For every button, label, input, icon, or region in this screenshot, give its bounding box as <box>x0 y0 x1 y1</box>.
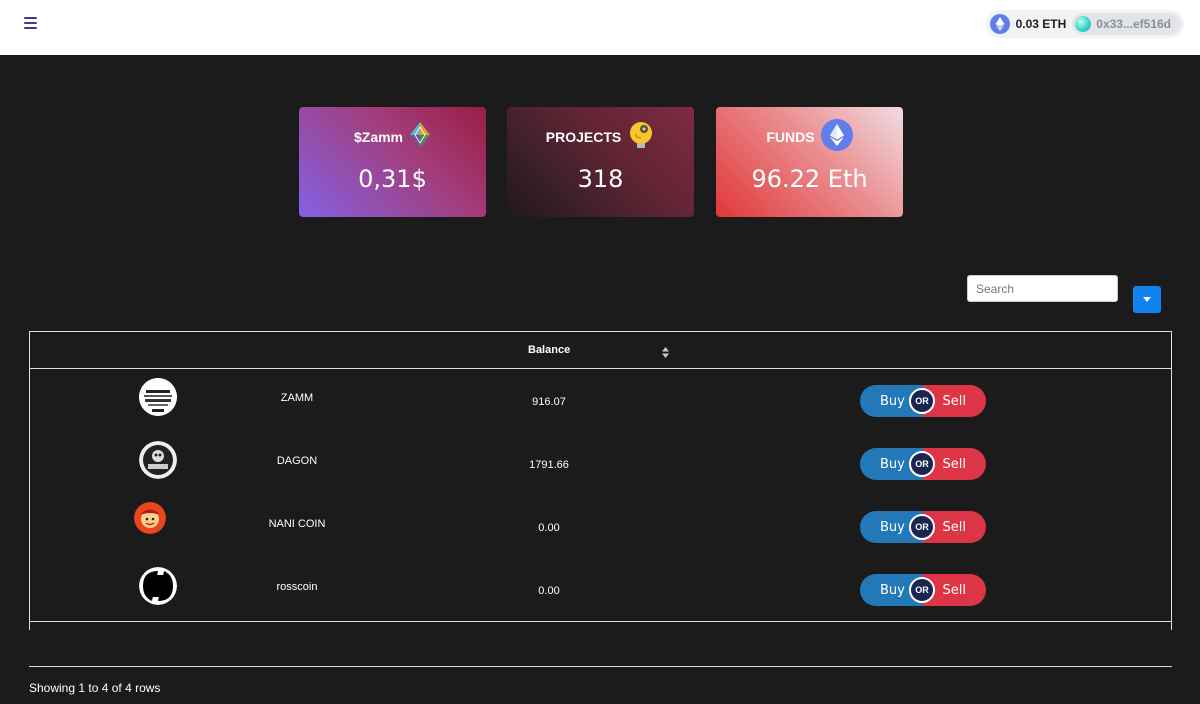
divider <box>29 666 1172 667</box>
table-row: NANI COIN 0.00 Buy Sell OR <box>30 495 1171 558</box>
column-header-balance[interactable]: Balance <box>528 344 570 356</box>
dagon-logo <box>139 441 177 479</box>
sort-icon[interactable] <box>662 345 669 363</box>
card-title: FUNDS <box>766 129 815 145</box>
token-name: rosscoin <box>276 581 318 593</box>
token-name: NANI COIN <box>268 518 326 530</box>
zamm-price-card: $Zamm 0,31$ <box>299 107 486 217</box>
zamm-gem-icon <box>409 121 431 154</box>
table-row: rosscoin 0.00 Buy Sell OR <box>30 558 1171 621</box>
projects-card: PROJECTS 318 <box>507 107 694 217</box>
token-balance: 1791.66 <box>529 459 569 471</box>
trade-toggle: Buy Sell OR <box>860 448 986 480</box>
menu-icon[interactable] <box>24 15 38 29</box>
table-row: DAGON 1791.66 Buy Sell OR <box>30 432 1171 495</box>
columns-dropdown-button[interactable] <box>1133 286 1161 313</box>
account-address-button[interactable]: 0x33...ef516d <box>1072 13 1181 35</box>
top-bar: 0.03 ETH 0x33...ef516d <box>0 0 1200 55</box>
funds-value: 96.22 Eth <box>751 165 868 193</box>
nani-coin-logo <box>134 502 166 534</box>
zamm-price-value: 0,31$ <box>358 165 427 193</box>
account-avatar <box>1075 16 1092 32</box>
trade-toggle: Buy Sell OR <box>860 574 986 606</box>
eth-balance: 0.03 ETH <box>1015 17 1067 31</box>
or-badge: OR <box>909 388 935 414</box>
trade-toggle: Buy Sell OR <box>860 385 986 417</box>
token-name: ZAMM <box>280 392 314 404</box>
ethereum-icon <box>989 14 1010 34</box>
tokens-table: Balance ZAMM 916.07 Buy Sell OR DAGON 17… <box>29 331 1172 630</box>
zamm-logo <box>139 378 177 416</box>
search-input[interactable] <box>967 275 1118 302</box>
card-title: $Zamm <box>353 129 404 145</box>
ethereum-icon <box>820 118 853 156</box>
funds-card: FUNDS 96.22 Eth <box>716 107 903 217</box>
table-row: ZAMM 916.07 Buy Sell OR <box>30 369 1171 432</box>
account-address: 0x33...ef516d <box>1096 17 1171 31</box>
or-badge: OR <box>909 451 935 477</box>
pagination-info: Showing 1 to 4 of 4 rows <box>29 681 161 695</box>
trade-toggle: Buy Sell OR <box>860 511 986 543</box>
lightbulb-icon <box>627 120 655 155</box>
or-badge: OR <box>909 514 935 540</box>
table-bottom-border <box>29 621 1172 622</box>
table-header: Balance <box>30 332 1171 369</box>
rosscoin-logo <box>139 567 177 605</box>
wallet-widget[interactable]: 0.03 ETH 0x33...ef516d <box>985 10 1184 38</box>
token-balance: 0.00 <box>538 585 560 597</box>
token-balance: 916.07 <box>532 396 566 408</box>
token-name: DAGON <box>276 455 318 467</box>
token-balance: 0.00 <box>538 522 560 534</box>
caret-down-icon <box>1143 297 1151 302</box>
projects-count: 318 <box>577 165 624 193</box>
card-title: PROJECTS <box>545 129 622 145</box>
or-badge: OR <box>909 577 935 603</box>
